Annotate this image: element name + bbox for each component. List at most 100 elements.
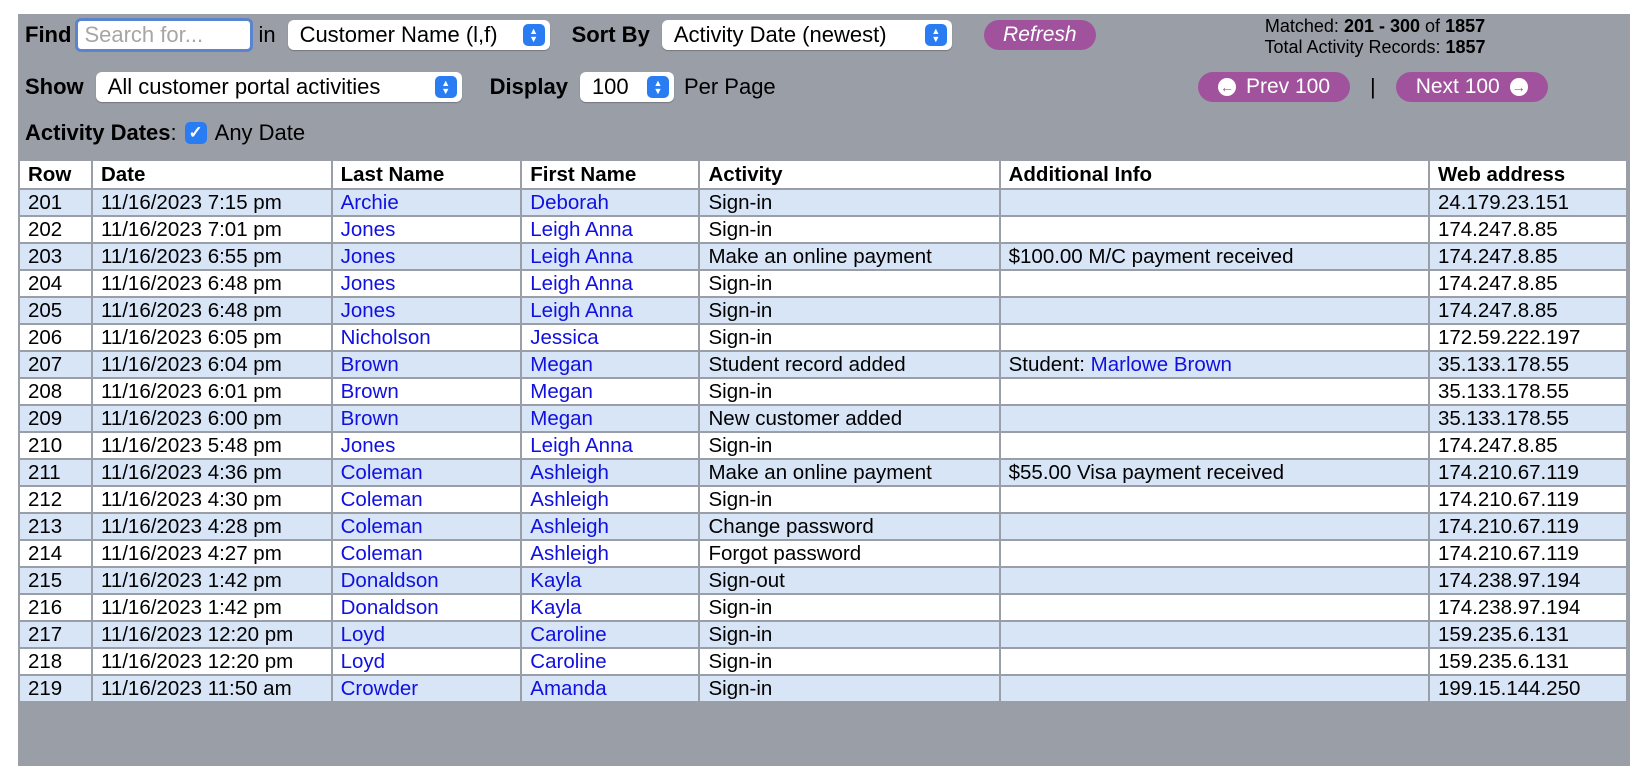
row-number-cell: 216 (18, 593, 93, 622)
date-cell: 11/16/2023 6:05 pm (90, 323, 333, 352)
first-name-cell-link[interactable]: Kayla (530, 596, 581, 619)
first-name-cell-link[interactable]: Megan (530, 407, 593, 430)
last-name-cell-link[interactable]: Brown (341, 380, 399, 403)
show-select[interactable]: All customer portal activities ▲ ▼ (95, 72, 462, 102)
activity-cell: Sign-in (698, 377, 1001, 406)
row-number-cell: 219 (18, 674, 93, 703)
last-name-cell-link[interactable]: Loyd (341, 650, 385, 673)
activity-cell: Sign-in (698, 674, 1001, 703)
first-name-cell-link[interactable]: Ashleigh (530, 488, 609, 511)
display-select[interactable]: 100 ▲ ▼ (579, 72, 674, 102)
additional-info-cell (998, 404, 1430, 433)
first-name-cell-link[interactable]: Leigh Anna (530, 218, 633, 241)
first-name-cell-link[interactable]: Leigh Anna (530, 434, 633, 457)
table-row: 218 11/16/2023 12:20 pm Loyd Caroline Sign-i… (18, 647, 1629, 676)
last-name-cell-link[interactable]: Jones (341, 218, 396, 241)
col-header-last-name[interactable]: Last Name (330, 159, 523, 190)
last-name-cell-link[interactable]: Jones (341, 434, 396, 457)
col-header-first-name[interactable]: First Name (520, 159, 701, 190)
activity-cell: Sign-in (698, 269, 1001, 298)
sort-select[interactable]: Activity Date (newest) ▲ ▼ (661, 20, 952, 50)
date-cell: 11/16/2023 11:50 am (90, 674, 333, 703)
last-name-cell-link[interactable]: Coleman (341, 515, 423, 538)
row-number-cell: 204 (18, 269, 93, 298)
additional-info-cell (998, 674, 1430, 703)
col-header-activity[interactable]: Activity (698, 159, 1001, 190)
search-field-select[interactable]: Customer Name (l,f) ▲ ▼ (287, 20, 550, 50)
show-label: Show (25, 74, 84, 99)
last-name-cell-link[interactable]: Nicholson (341, 326, 431, 349)
prev-page-button[interactable]: ← Prev 100 (1198, 72, 1350, 102)
date-cell: 11/16/2023 6:48 pm (90, 269, 333, 298)
first-name-cell-link[interactable]: Jessica (530, 326, 598, 349)
additional-info-cell (998, 269, 1430, 298)
web-address-cell: 174.247.8.85 (1427, 242, 1629, 271)
activity-cell: Sign-in (698, 431, 1001, 460)
checkmark-icon: ✓ (188, 123, 203, 142)
display-label: Display (489, 74, 568, 99)
last-name-cell-link[interactable]: Coleman (341, 461, 423, 484)
table-row: 217 11/16/2023 12:20 pm Loyd Caroline Sign-i… (18, 620, 1629, 649)
search-input[interactable] (75, 18, 254, 52)
web-address-cell: 174.210.67.119 (1427, 485, 1629, 514)
last-name-cell-link[interactable]: Jones (341, 272, 396, 295)
first-name-cell-link[interactable]: Leigh Anna (530, 272, 633, 295)
additional-info-text: Student: (1008, 352, 1091, 376)
date-cell: 11/16/2023 7:15 pm (90, 188, 333, 217)
activity-cell: Make an online payment (698, 242, 1001, 271)
first-name-cell-link[interactable]: Amanda (530, 677, 606, 700)
web-address-cell: 174.238.97.194 (1427, 593, 1629, 622)
refresh-label: Refresh (1003, 23, 1077, 46)
first-name-cell-link[interactable]: Deborah (530, 191, 609, 214)
refresh-button[interactable]: Refresh (983, 20, 1096, 50)
date-cell: 11/16/2023 6:48 pm (90, 296, 333, 325)
col-header-row[interactable]: Row (18, 159, 93, 190)
last-name-cell-link[interactable]: Brown (341, 353, 399, 376)
col-header-date[interactable]: Date (90, 159, 333, 190)
last-name-cell-link[interactable]: Coleman (341, 542, 423, 565)
row-number-cell: 213 (18, 512, 93, 541)
last-name-cell-link[interactable]: Archie (341, 191, 399, 214)
first-name-cell: Leigh Anna (520, 431, 701, 460)
last-name-cell-link[interactable]: Donaldson (341, 596, 439, 619)
last-name-cell-link[interactable]: Crowder (341, 677, 418, 700)
first-name-cell-link[interactable]: Ashleigh (530, 542, 609, 565)
last-name-cell-link[interactable]: Donaldson (341, 569, 439, 592)
last-name-cell-link[interactable]: Jones (341, 299, 396, 322)
next-page-button[interactable]: Next 100 → (1395, 72, 1548, 102)
first-name-cell-link[interactable]: Leigh Anna (530, 245, 633, 268)
web-address-cell: 35.133.178.55 (1427, 404, 1629, 433)
first-name-cell: Ashleigh (520, 539, 701, 568)
additional-info-cell: Student: Marlowe Brown (998, 350, 1430, 379)
date-cell: 11/16/2023 6:00 pm (90, 404, 333, 433)
web-address-cell: 174.247.8.85 (1427, 269, 1629, 298)
first-name-cell-link[interactable]: Caroline (530, 650, 606, 673)
first-name-cell-link[interactable]: Leigh Anna (530, 299, 633, 322)
activity-cell: Sign-in (698, 620, 1001, 649)
first-name-cell-link[interactable]: Megan (530, 380, 593, 403)
first-name-cell-link[interactable]: Megan (530, 353, 593, 376)
filter-row-2: Show All customer portal activities ▲ ▼ D… (25, 72, 776, 102)
col-header-web-address[interactable]: Web address (1427, 159, 1629, 190)
student-link[interactable]: Marlowe Brown (1091, 353, 1232, 376)
first-name-cell-link[interactable]: Ashleigh (530, 461, 609, 484)
last-name-cell-link[interactable]: Loyd (341, 623, 385, 646)
first-name-cell-link[interactable]: Caroline (530, 623, 606, 646)
activity-cell: Make an online payment (698, 458, 1001, 487)
last-name-cell: Donaldson (330, 593, 523, 622)
col-header-additional-info[interactable]: Additional Info (998, 159, 1430, 190)
any-date-label: Any Date (214, 120, 306, 145)
last-name-cell-link[interactable]: Coleman (341, 488, 423, 511)
first-name-cell-link[interactable]: Kayla (530, 569, 581, 592)
last-name-cell-link[interactable]: Brown (341, 407, 399, 430)
row-number-cell: 215 (18, 566, 93, 595)
last-name-cell: Archie (330, 188, 523, 217)
first-name-cell-link[interactable]: Ashleigh (530, 515, 609, 538)
matched-line: Matched: 201 - 300 of 1857 (1264, 16, 1486, 36)
last-name-cell: Brown (330, 350, 523, 379)
any-date-checkbox[interactable]: ✓ (184, 122, 207, 144)
web-address-cell: 172.59.222.197 (1427, 323, 1629, 352)
additional-info-text: $100.00 M/C payment received (1008, 244, 1294, 268)
table-row: 219 11/16/2023 11:50 am Crowder Amanda Sign-… (18, 674, 1629, 703)
last-name-cell-link[interactable]: Jones (341, 245, 396, 268)
